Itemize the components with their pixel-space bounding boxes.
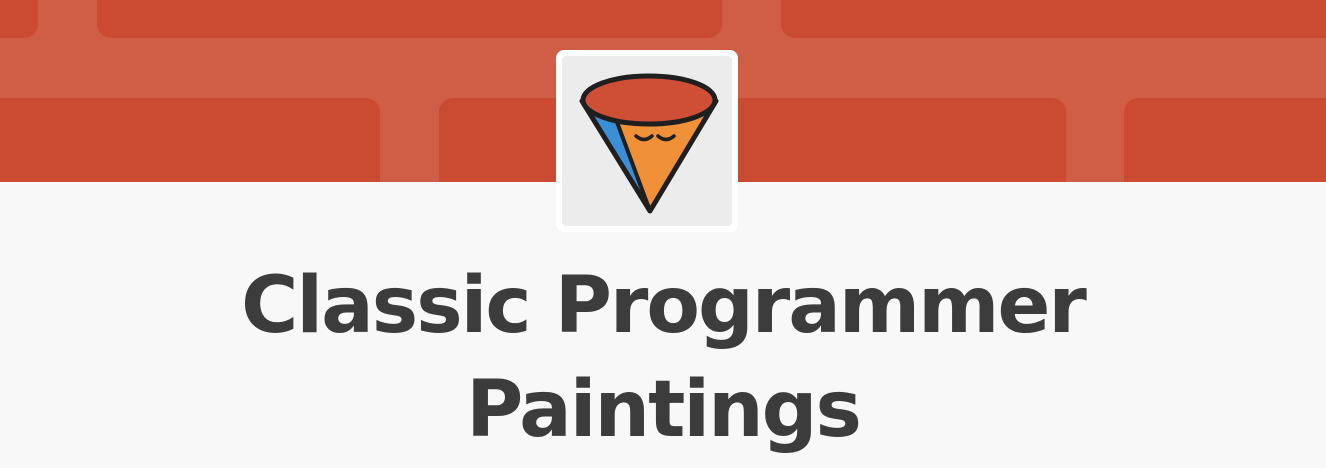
page-title-line-1: Classic Programmer: [241, 261, 1087, 351]
profile-avatar[interactable]: [556, 50, 738, 232]
cone-face-avatar-icon: [579, 73, 719, 214]
page-title: Classic Programmer Paintings: [0, 254, 1326, 462]
page-title-line-2: Paintings: [466, 365, 862, 455]
avatar-image: [562, 56, 732, 226]
